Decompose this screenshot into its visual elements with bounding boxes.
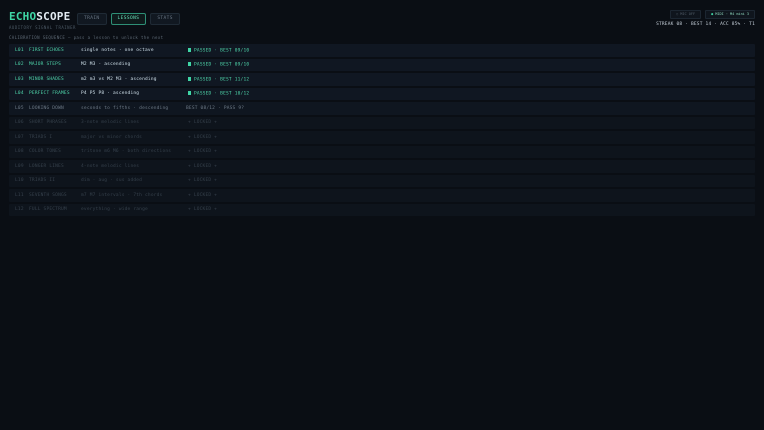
lesson-description: dim · aug · sus added	[81, 178, 143, 184]
brand-part-2: SCOPE	[36, 10, 71, 23]
lesson-name: FIRST ECHOES	[29, 47, 64, 53]
lesson-code: L06	[15, 120, 24, 126]
lesson-status: PASSED · BEST 09/10	[188, 47, 755, 53]
lesson-description: m2 m3 vs M2 M3 · ascending	[81, 76, 157, 82]
lesson-row-l03[interactable]: L03 MINOR SHADES m2 m3 vs M2 M3 · ascend…	[9, 73, 755, 86]
lesson-status: + LOCKED +	[188, 149, 218, 155]
lesson-name: LOOKING DOWN	[29, 105, 64, 111]
app-header: ECHOSCOPE AUDITORY SIGNAL TRAINER TRAIN …	[9, 9, 755, 31]
lesson-status: PASSED · BEST 09/10	[188, 62, 755, 68]
app-subtitle: AUDITORY SIGNAL TRAINER	[9, 25, 76, 30]
main-tabs: TRAIN LESSONS STATS	[77, 13, 180, 25]
sequence-label: CALIBRATION SEQUENCE — pass a lesson to …	[9, 35, 164, 40]
lesson-description: M2 M3 · ascending	[81, 62, 131, 68]
passed-marker-icon	[188, 62, 191, 66]
lesson-code: L02	[15, 62, 24, 68]
lesson-description: everything · wide range	[81, 207, 148, 213]
lesson-name: SEVENTH SONGS	[29, 192, 67, 198]
app-logo: ECHOSCOPE	[9, 10, 70, 23]
lesson-status: + LOCKED +	[188, 120, 218, 126]
lesson-code: L03	[15, 76, 24, 82]
lesson-code: L08	[15, 149, 24, 155]
lesson-name: MAJOR STEPS	[29, 62, 62, 68]
lesson-code: L11	[15, 192, 24, 198]
lesson-row-l09: L09 LONGER LINES 4-note melodic lines + …	[9, 160, 755, 173]
lesson-status: + LOCKED +	[188, 134, 218, 140]
lesson-description: major vs minor chords	[81, 134, 143, 140]
lesson-row-l07: L07 TRIADS I major vs minor chords + LOC…	[9, 131, 755, 144]
brand-part-1: ECHO	[9, 10, 37, 23]
lesson-row-l11: L11 SEVENTH SONGS m7 M7 intervals · 7th …	[9, 189, 755, 202]
passed-marker-icon	[188, 76, 191, 81]
midi-status-dot-icon: ●	[711, 12, 714, 16]
lesson-row-l02[interactable]: L02 MAJOR STEPS M2 M3 · ascending PASSED…	[9, 58, 755, 71]
lesson-description: P4 P5 P8 · ascending	[81, 91, 140, 97]
lesson-description: 4-note melodic lines	[81, 163, 140, 169]
lesson-code: L05	[15, 105, 24, 111]
lesson-code: L04	[15, 91, 24, 97]
lesson-row-l10: L10 TRIADS II dim · aug · sus added + LO…	[9, 174, 755, 187]
lesson-name: TRIADS II	[29, 178, 56, 184]
lesson-row-l01[interactable]: L01 FIRST ECHOES single notes · one octa…	[9, 44, 755, 57]
lesson-name: TRIADS I	[29, 134, 53, 140]
lesson-code: L09	[15, 163, 24, 169]
midi-device-button[interactable]: ● MIDI · M4 mini 3	[705, 10, 755, 19]
lesson-status: + LOCKED +	[188, 163, 218, 169]
lesson-name: SHORT PHRASES	[29, 120, 67, 126]
lesson-code: L12	[15, 207, 24, 213]
lesson-name: PERFECT FRAMES	[29, 91, 70, 97]
lesson-row-l12: L12 FULL SPECTRUM everything · wide rang…	[9, 203, 755, 216]
session-stats: STREAK 08 · BEST 14 · ACC 85% · T1	[656, 22, 755, 27]
lesson-status: + LOCKED +	[188, 192, 218, 198]
lesson-code: L10	[15, 178, 24, 184]
lesson-status: PASSED · BEST 11/12	[188, 76, 755, 82]
mic-toggle-button[interactable]: ○ MIC OFF	[670, 10, 702, 19]
lesson-name: LONGER LINES	[29, 163, 64, 169]
lesson-description: tritone m6 M6 · both directions	[81, 149, 172, 155]
passed-marker-icon	[188, 47, 191, 52]
lesson-description: single notes · one octave	[81, 47, 154, 53]
lesson-status: + LOCKED +	[188, 207, 218, 213]
lesson-row-l08: L08 COLOR TONES tritone m6 M6 · both dir…	[9, 145, 755, 158]
lesson-row-l06: L06 SHORT PHRASES 3-note melodic lines +…	[9, 116, 755, 129]
lesson-status: BEST 08/12 · PASS 9?	[186, 105, 245, 111]
lesson-name: FULL SPECTRUM	[29, 207, 67, 213]
tab-lessons[interactable]: LESSONS	[110, 13, 147, 25]
lesson-row-l05[interactable]: L05 LOOKING DOWN seconds to fifths · des…	[9, 102, 755, 115]
passed-marker-icon	[188, 91, 191, 95]
lesson-status: PASSED · BEST 10/12	[188, 91, 755, 97]
lesson-description: seconds to fifths · descending	[81, 105, 169, 111]
lesson-code: L01	[15, 47, 24, 53]
tab-stats[interactable]: STATS	[150, 13, 180, 25]
lesson-row-l04[interactable]: L04 PERFECT FRAMES P4 P5 P8 · ascending …	[9, 87, 755, 100]
tab-train[interactable]: TRAIN	[77, 13, 107, 25]
lesson-description: m7 M7 intervals · 7th chords	[81, 192, 163, 198]
lesson-list: L01 FIRST ECHOES single notes · one octa…	[9, 44, 755, 218]
lesson-status: + LOCKED +	[188, 178, 218, 184]
status-area: ○ MIC OFF ● MIDI · M4 mini 3 STREAK 08 ·…	[656, 10, 755, 27]
lesson-code: L07	[15, 134, 24, 140]
lesson-name: MINOR SHADES	[29, 76, 64, 82]
lesson-description: 3-note melodic lines	[81, 120, 140, 126]
lesson-name: COLOR TONES	[29, 149, 62, 155]
midi-device-label: MIDI · M4 mini 3	[715, 12, 749, 16]
